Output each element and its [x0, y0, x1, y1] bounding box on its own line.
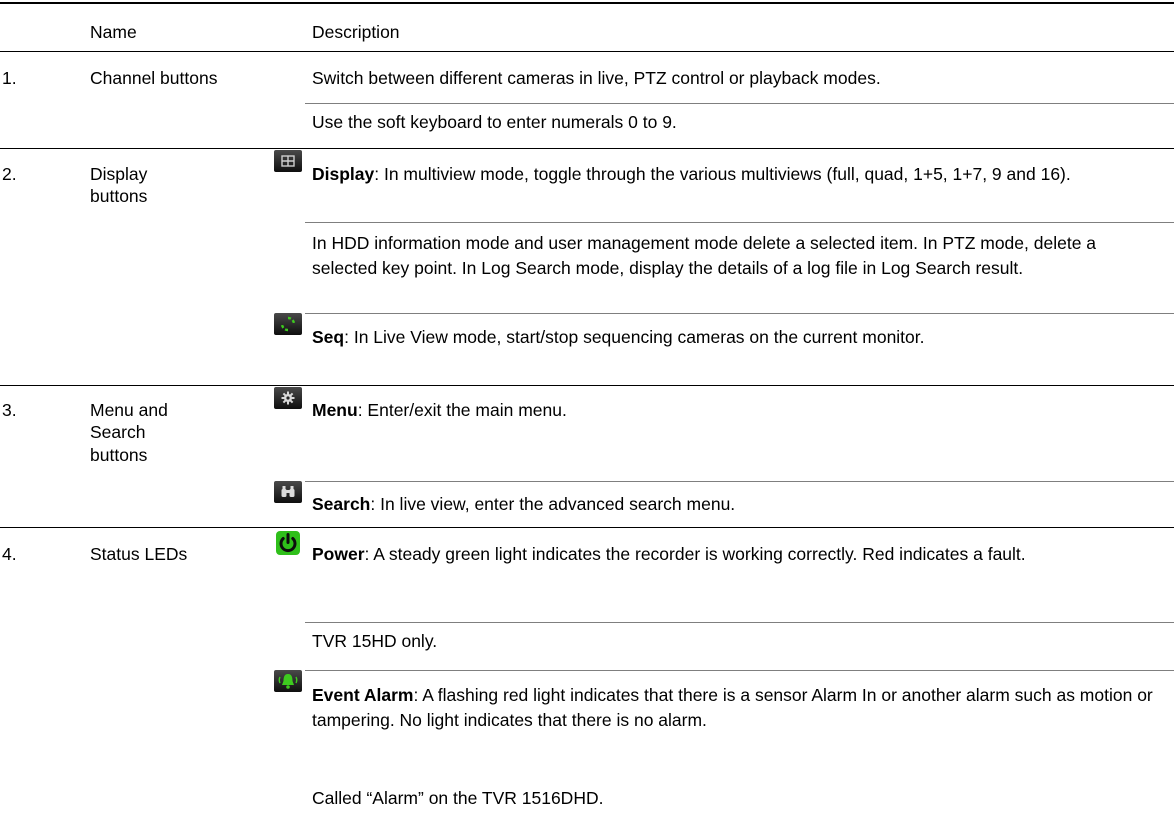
row-number: 1. — [2, 68, 17, 88]
entry-term: Power — [312, 544, 365, 564]
entry-divider — [305, 481, 1174, 482]
entry-term: Menu — [312, 400, 358, 420]
row-rule — [0, 527, 1174, 528]
entry-term: Event Alarm — [312, 685, 414, 705]
row-name-line: Search — [90, 422, 146, 442]
header-rule — [0, 51, 1174, 52]
row-rule — [0, 148, 1174, 149]
entry-text: : In live view, enter the advanced searc… — [370, 494, 736, 514]
row-name: Channel buttons — [90, 68, 218, 88]
search-entry: Search: In live view, enter the advanced… — [312, 492, 1162, 517]
row-description: Use the soft keyboard to enter numerals … — [312, 112, 677, 132]
entry-text: : A flashing red light indicates that th… — [312, 685, 1153, 730]
button-description-table: Name Description 1. Channel buttons Swit… — [0, 0, 1174, 824]
display-entry: Display: In multiview mode, toggle throu… — [312, 162, 1162, 187]
entry-divider — [305, 222, 1174, 223]
row-description: Called “Alarm” on the TVR 1516DHD. — [312, 788, 604, 808]
row-rule — [0, 385, 1174, 386]
seq-entry: Seq: In Live View mode, start/stop seque… — [312, 325, 1162, 350]
entry-text: : A steady green light indicates the rec… — [364, 544, 1026, 564]
entry-text: : Enter/exit the main menu. — [357, 400, 567, 420]
menu-entry: Menu: Enter/exit the main menu. — [312, 398, 1162, 423]
table-top-rule — [0, 2, 1174, 4]
entry-term: Search — [312, 494, 371, 514]
header-description: Description — [312, 22, 400, 42]
row-name: Status LEDs — [90, 544, 188, 564]
header-name: Name — [90, 22, 137, 42]
gear-icon — [274, 387, 302, 409]
power-entry: Power: A steady green light indicates th… — [312, 542, 1162, 567]
event-alarm-entry: Event Alarm: A flashing red light indica… — [312, 683, 1162, 733]
entry-divider — [305, 103, 1174, 104]
row-description: TVR 15HD only. — [312, 631, 438, 651]
row-name-line: buttons — [90, 445, 148, 465]
sequence-icon — [274, 313, 302, 335]
entry-divider — [305, 670, 1174, 671]
entry-term: Display — [312, 164, 375, 184]
entry-text: : In Live View mode, start/stop sequenci… — [344, 327, 925, 347]
row-description: Switch between different cameras in live… — [312, 68, 881, 88]
entry-divider — [305, 622, 1174, 623]
row-description: In HDD information mode and user managem… — [312, 233, 1097, 278]
row-number: 3. — [2, 400, 17, 420]
entry-divider — [305, 313, 1174, 314]
row-number: 4. — [2, 544, 17, 564]
grid-icon — [274, 150, 302, 172]
binoculars-icon — [274, 481, 302, 503]
row-name-line: buttons — [90, 186, 148, 206]
power-icon — [274, 530, 302, 556]
row-number: 2. — [2, 164, 17, 184]
entry-term: Seq — [312, 327, 345, 347]
entry-text: : In multiview mode, toggle through the … — [374, 164, 1071, 184]
alarm-bell-icon — [274, 670, 302, 692]
